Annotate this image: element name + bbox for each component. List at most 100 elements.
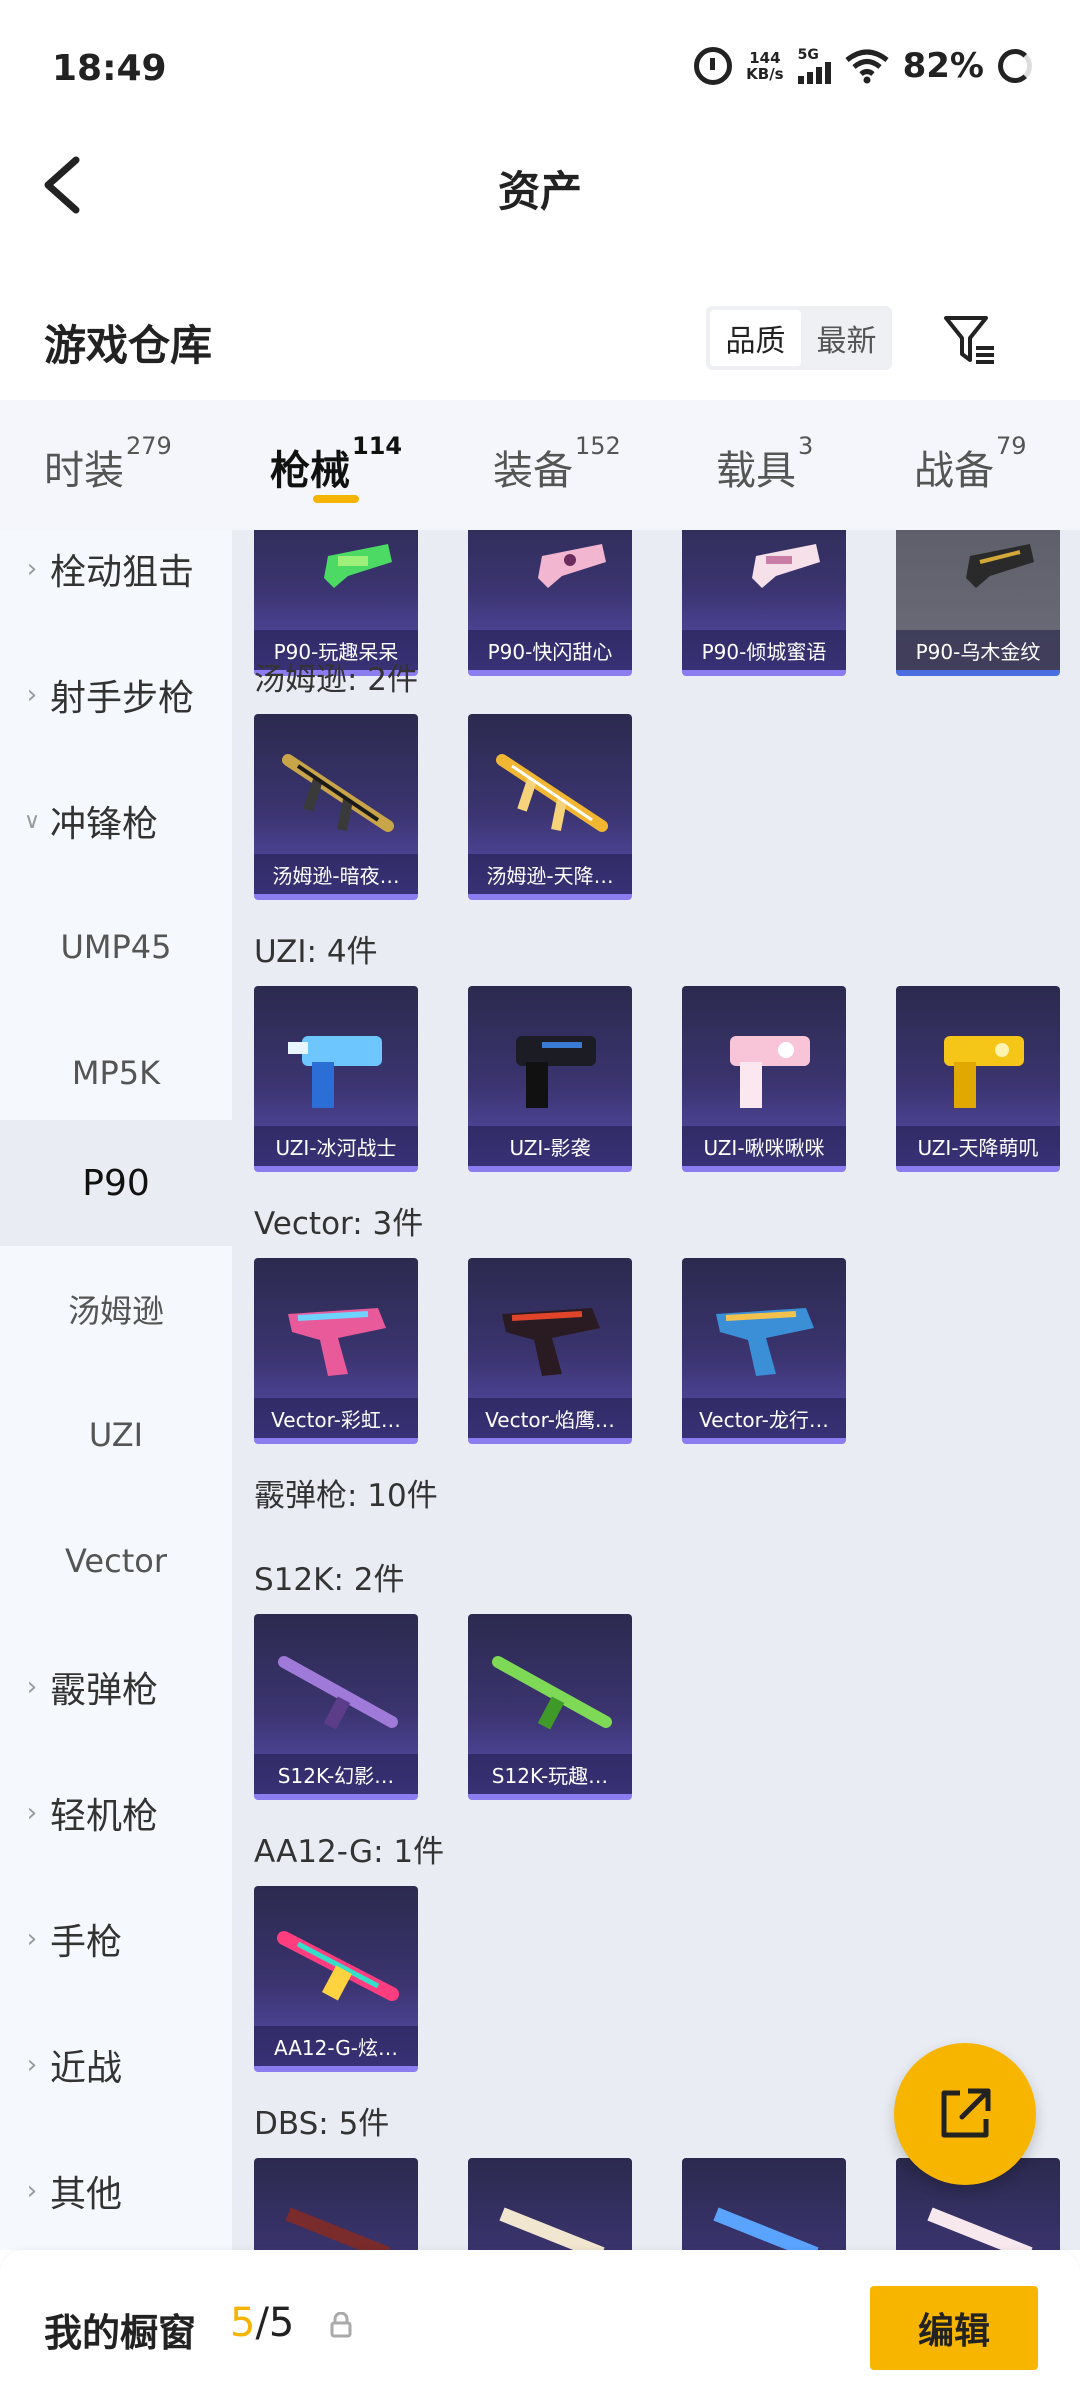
sidebar-item-bolt-sniper[interactable]: › 栓动狙击 bbox=[0, 530, 232, 632]
card-label: 汤姆逊-天降… bbox=[468, 854, 632, 894]
active-tab-indicator bbox=[313, 495, 359, 503]
showcase-count: 5/5 bbox=[230, 2300, 294, 2346]
card-label: Vector-焰鹰… bbox=[468, 1398, 632, 1438]
card-label: UZI-冰河战士 bbox=[254, 1126, 418, 1166]
sidebar-sub-p90[interactable]: P90 bbox=[0, 1120, 232, 1246]
p90-skin-icon bbox=[324, 544, 392, 588]
status-bar: 18:49 144 KB/s 5G 82% bbox=[0, 0, 1080, 140]
signal-icon: 5G bbox=[797, 47, 831, 84]
tab-vehicles[interactable]: 载具3 bbox=[716, 432, 813, 496]
dbs-skin-icon bbox=[927, 2207, 1033, 2250]
page-title: 资产 bbox=[497, 167, 582, 216]
weapon-card[interactable] bbox=[468, 2158, 632, 2250]
weapon-card[interactable] bbox=[682, 2158, 846, 2250]
battery-percent: 82% bbox=[902, 46, 984, 86]
sort-toggle: 品质 最新 bbox=[706, 306, 892, 370]
group-label-dbs: DBS: 5件 bbox=[254, 2106, 390, 2142]
weapon-card[interactable]: UZI-天降萌叽 bbox=[896, 986, 1060, 1172]
tab-equipment[interactable]: 装备152 bbox=[493, 432, 621, 496]
weapon-card[interactable]: 汤姆逊-暗夜… bbox=[254, 714, 418, 900]
showcase-count-current: 5 bbox=[230, 2300, 256, 2346]
chevron-right-icon: › bbox=[26, 1798, 38, 1828]
sidebar-item-melee[interactable]: › 近战 bbox=[0, 2002, 232, 2128]
sidebar-sub-mp5k[interactable]: MP5K bbox=[0, 1010, 232, 1136]
sidebar-item-label: 射手步枪 bbox=[50, 678, 195, 719]
weapon-category-sidebar: › 栓动狙击 › 射手步枪 ∨ 冲锋枪 UMP45 MP5K P90 汤姆逊 UZI … bbox=[0, 530, 232, 2250]
chevron-right-icon: › bbox=[26, 2050, 38, 2080]
dbs-skin-icon bbox=[285, 2207, 391, 2250]
sidebar-item-smg[interactable]: ∨ 冲锋枪 bbox=[0, 758, 232, 884]
weapon-card[interactable]: P90-倾城蜜语 bbox=[682, 530, 846, 676]
card-label: P90-快闪甜心 bbox=[468, 630, 632, 670]
group-label-thompson: 汤姆逊: 2件 bbox=[254, 662, 419, 698]
weapon-card[interactable]: Vector-彩虹… bbox=[254, 1258, 418, 1444]
uzi-skin-icon bbox=[944, 1036, 1024, 1108]
vector-skin-icon bbox=[716, 1308, 814, 1376]
weapon-card[interactable]: P90-快闪甜心 bbox=[468, 530, 632, 676]
tab-firearms[interactable]: 枪械114 bbox=[270, 432, 402, 496]
weapon-card[interactable]: Vector-龙行… bbox=[682, 1258, 846, 1444]
group-label-aa12: AA12-G: 1件 bbox=[254, 1834, 445, 1870]
weapon-card[interactable]: UZI-啾咪啾咪 bbox=[682, 986, 846, 1172]
sidebar-sub-vector[interactable]: Vector bbox=[0, 1498, 232, 1624]
uzi-skin-icon bbox=[730, 1036, 810, 1108]
net-speed-unit: KB/s bbox=[746, 65, 784, 83]
sidebar-item-label: 冲锋枪 bbox=[50, 804, 159, 845]
card-label: UZI-影袭 bbox=[468, 1126, 632, 1166]
sidebar-sub-thompson[interactable]: 汤姆逊 bbox=[0, 1246, 232, 1372]
tab-count: 3 bbox=[798, 432, 814, 460]
uzi-skin-icon bbox=[288, 1036, 382, 1108]
sort-quality-button[interactable]: 品质 bbox=[710, 310, 801, 366]
tab-count: 114 bbox=[352, 432, 403, 460]
tab-label: 装备 bbox=[493, 448, 573, 494]
card-label: P90-乌木金纹 bbox=[896, 630, 1060, 670]
sidebar-sub-uzi[interactable]: UZI bbox=[0, 1372, 232, 1498]
alarm-icon bbox=[694, 47, 733, 85]
card-label: Vector-龙行… bbox=[682, 1398, 846, 1438]
weapon-card[interactable]: UZI-影袭 bbox=[468, 986, 632, 1172]
share-external-icon bbox=[941, 2088, 991, 2138]
back-icon[interactable] bbox=[36, 152, 96, 218]
showcase-bar: 我的橱窗 5/5 编辑 bbox=[0, 2250, 1080, 2400]
weapon-card[interactable]: P90-乌木金纹 bbox=[896, 530, 1060, 676]
sidebar-item-other[interactable]: › 其他 bbox=[0, 2128, 232, 2250]
tab-count: 79 bbox=[996, 432, 1027, 460]
sidebar-item-label: 栓动狙击 bbox=[50, 552, 195, 593]
tab-battle-prep[interactable]: 战备79 bbox=[914, 432, 1027, 496]
group-label-uzi: UZI: 4件 bbox=[254, 934, 378, 970]
weapon-card[interactable]: UZI-冰河战士 bbox=[254, 986, 418, 1172]
card-label: S12K-玩趣… bbox=[468, 1754, 632, 1794]
sidebar-item-label: 其他 bbox=[50, 2174, 123, 2215]
weapon-card[interactable]: 汤姆逊-天降… bbox=[468, 714, 632, 900]
net-speed-value: 144 bbox=[749, 49, 781, 67]
chevron-down-icon: ∨ bbox=[23, 808, 41, 834]
tab-label: 枪械 bbox=[270, 448, 350, 494]
group-label-vector: Vector: 3件 bbox=[254, 1206, 424, 1242]
showcase-title: 我的橱窗 bbox=[44, 2311, 197, 2355]
sidebar-item-pistol[interactable]: › 手枪 bbox=[0, 1876, 232, 2002]
p90-skin-icon bbox=[752, 544, 820, 588]
tab-fashion[interactable]: 时装279 bbox=[44, 432, 172, 496]
sidebar-item-lmg[interactable]: › 轻机枪 bbox=[0, 1750, 232, 1876]
dbs-skin-icon bbox=[499, 2207, 605, 2250]
thompson-skin-icon bbox=[282, 754, 394, 832]
filter-icon[interactable] bbox=[940, 310, 1000, 370]
chevron-right-icon: › bbox=[26, 1924, 38, 1954]
category-tabs: 时装279 枪械114 装备152 载具3 战备79 bbox=[0, 400, 1080, 530]
share-button[interactable] bbox=[894, 2043, 1036, 2185]
sidebar-item-label: 轻机枪 bbox=[50, 1796, 159, 1837]
sidebar-item-shotgun[interactable]: › 霰弹枪 bbox=[0, 1624, 232, 1750]
sidebar-item-marksman[interactable]: › 射手步枪 bbox=[0, 632, 232, 758]
aa12-skin-icon bbox=[277, 1931, 399, 2001]
lock-icon bbox=[330, 2312, 352, 2338]
sort-newest-button[interactable]: 最新 bbox=[801, 310, 892, 366]
weapon-card[interactable] bbox=[254, 2158, 418, 2250]
sidebar-sub-ump45[interactable]: UMP45 bbox=[0, 884, 232, 1010]
weapon-card[interactable]: Vector-焰鹰… bbox=[468, 1258, 632, 1444]
weapon-card[interactable]: S12K-玩趣… bbox=[468, 1614, 632, 1800]
weapon-card[interactable]: AA12-G-炫… bbox=[254, 1886, 418, 2072]
showcase-count-total: /5 bbox=[255, 2300, 295, 2346]
network-type: 5G bbox=[797, 47, 819, 63]
weapon-card[interactable]: S12K-幻影… bbox=[254, 1614, 418, 1800]
edit-button[interactable]: 编辑 bbox=[870, 2286, 1038, 2370]
